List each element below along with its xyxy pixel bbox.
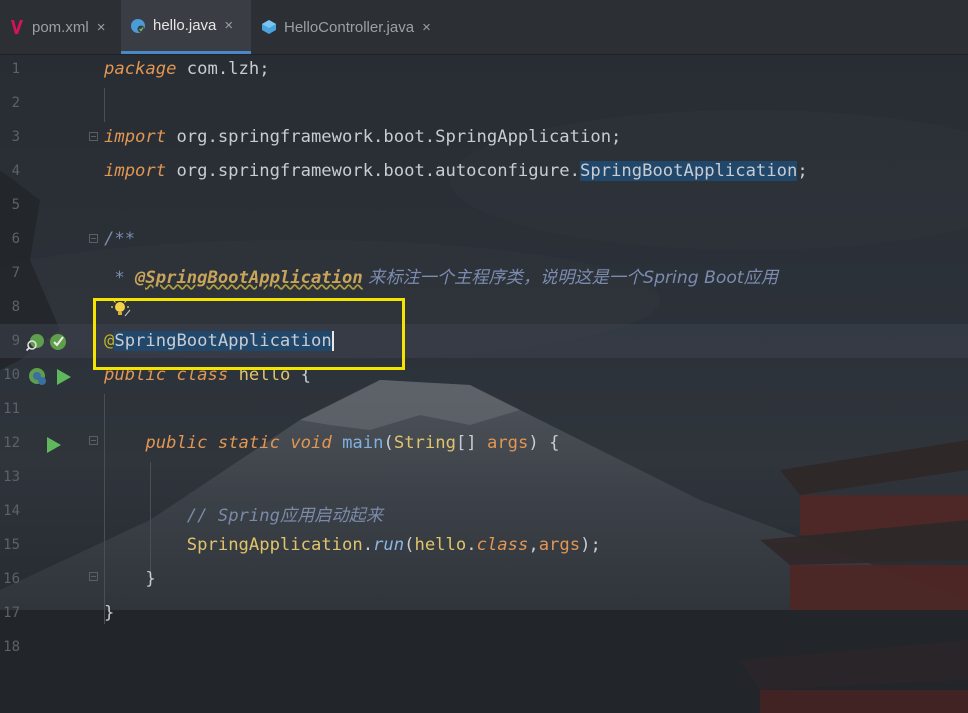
line-number: 18 xyxy=(3,639,20,655)
code-line: 16 } xyxy=(0,564,968,598)
line-number: 4 xyxy=(11,163,20,179)
line-number: 12 xyxy=(3,435,20,451)
line-number: 1 xyxy=(11,61,20,77)
close-icon[interactable]: × xyxy=(422,19,431,36)
line-number: 14 xyxy=(3,503,20,519)
line-number: 16 xyxy=(3,571,20,587)
code-text: import org.springframework.boot.SpringAp… xyxy=(104,127,622,147)
line-number: 17 xyxy=(3,605,20,621)
close-icon[interactable]: × xyxy=(97,19,106,36)
tab-label: hello.java xyxy=(153,17,217,34)
callout-highlight-box xyxy=(93,298,405,370)
spring-bean-icon[interactable] xyxy=(48,331,70,353)
code-line: 3 import org.springframework.boot.Spring… xyxy=(0,122,968,156)
code-line: 14 // Spring应用启动起来 xyxy=(0,496,968,530)
code-text: package com.lzh; xyxy=(104,59,270,79)
tab-pom-xml[interactable]: pom.xml × xyxy=(0,0,120,54)
code-line: 4 import org.springframework.boot.autoco… xyxy=(0,156,968,190)
line-number: 15 xyxy=(3,537,20,553)
run-icon[interactable] xyxy=(44,434,64,456)
line-number: 7 xyxy=(11,265,20,281)
spring-config-icon[interactable] xyxy=(26,365,48,387)
code-line: 13 xyxy=(0,462,968,496)
code-text: import org.springframework.boot.autoconf… xyxy=(104,161,808,181)
line-number: 10 xyxy=(3,367,20,383)
code-text: } xyxy=(145,569,156,589)
code-line: 2 xyxy=(0,88,968,122)
tab-hello-java[interactable]: hello.java × xyxy=(121,0,251,54)
code-line: 5 xyxy=(0,190,968,224)
code-line: 17 } xyxy=(0,598,968,632)
line-number: 6 xyxy=(11,231,20,247)
line-number: 2 xyxy=(11,95,20,111)
code-line: 15 SpringApplication.run(hello.class,arg… xyxy=(0,530,968,564)
line-number: 3 xyxy=(11,129,20,145)
run-icon[interactable] xyxy=(54,366,74,388)
tab-hellocontroller-java[interactable]: HelloController.java × xyxy=(252,0,452,54)
code-editor[interactable]: 1 package com.lzh; 2 3 import org.spring… xyxy=(0,54,968,713)
doc-comment: * @SpringBootApplication 来标注一个主程序类，说明这是一… xyxy=(104,268,779,288)
close-icon[interactable]: × xyxy=(224,17,233,34)
editor-tab-bar: pom.xml × hello.java × HelloController.j… xyxy=(0,0,968,55)
doc-comment: /** xyxy=(104,229,136,249)
java-class-icon xyxy=(260,18,278,36)
code-line: 6 /** xyxy=(0,224,968,258)
code-line: 1 package com.lzh; xyxy=(0,54,968,88)
comment-text: // Spring应用启动起来 xyxy=(186,506,384,526)
tab-label: pom.xml xyxy=(32,18,89,36)
maven-icon xyxy=(8,18,26,36)
line-number: 13 xyxy=(3,469,20,485)
spring-bean-search-icon[interactable] xyxy=(26,332,46,352)
code-text: } xyxy=(104,603,115,623)
line-number: 5 xyxy=(11,197,20,213)
code-line: 11 xyxy=(0,394,968,428)
line-number: 11 xyxy=(3,401,20,417)
line-number: 8 xyxy=(11,299,20,315)
code-text: public static void main(String[] args) { xyxy=(145,433,560,453)
code-text: SpringApplication.run(hello.class,args); xyxy=(186,535,601,555)
tab-label: HelloController.java xyxy=(284,18,415,36)
code-line: 18 xyxy=(0,632,968,666)
line-number: 9 xyxy=(11,333,20,349)
java-class-icon xyxy=(129,17,147,35)
code-line: 7 * @SpringBootApplication 来标注一个主程序类，说明这… xyxy=(0,258,968,292)
code-line: 12 public static void main(String[] args… xyxy=(0,428,968,462)
